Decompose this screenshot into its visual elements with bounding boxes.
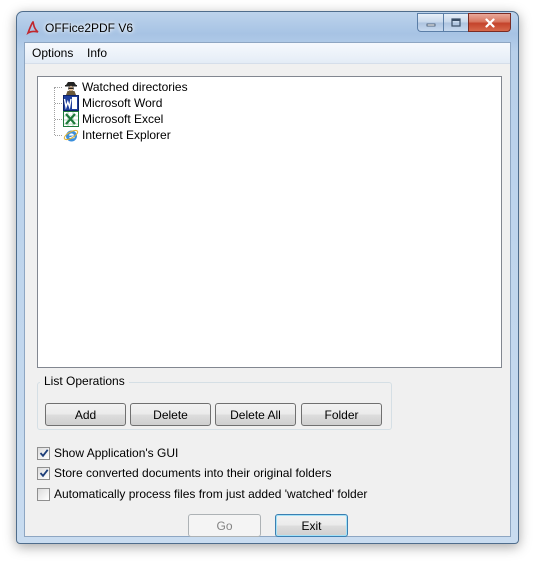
close-button[interactable] bbox=[468, 13, 511, 32]
show-gui-checkbox[interactable] bbox=[37, 446, 50, 460]
option-store-original-folders[interactable]: Store converted documents into their ori… bbox=[37, 465, 331, 481]
menu-bar: Options Info bbox=[25, 43, 510, 64]
option-label: Store converted documents into their ori… bbox=[54, 466, 332, 480]
go-button[interactable]: Go bbox=[188, 514, 261, 537]
maximize-icon bbox=[451, 17, 461, 27]
tree-item-label: Microsoft Word bbox=[82, 96, 163, 110]
ie-icon bbox=[63, 127, 79, 143]
menu-options[interactable]: Options bbox=[32, 46, 73, 60]
checkmark-icon bbox=[39, 449, 48, 458]
app-window: OFFice2PDF V6 Options Info Watched direc… bbox=[16, 11, 519, 544]
delete-button[interactable]: Delete bbox=[130, 403, 211, 426]
minimize-icon bbox=[426, 23, 435, 26]
tree-item-internet-explorer[interactable]: Internet Explorer bbox=[55, 127, 171, 143]
maximize-button[interactable] bbox=[443, 13, 468, 32]
tree-item-label: Internet Explorer bbox=[82, 128, 171, 142]
window-title: OFFice2PDF V6 bbox=[45, 21, 134, 35]
exit-button[interactable]: Exit bbox=[275, 514, 348, 537]
minimize-button[interactable] bbox=[417, 13, 443, 32]
detective-icon bbox=[63, 79, 79, 95]
caption-buttons bbox=[417, 13, 511, 32]
auto-process-checkbox[interactable] bbox=[37, 487, 50, 501]
title-bar[interactable]: OFFice2PDF V6 bbox=[17, 12, 518, 42]
tree-item-label: Microsoft Excel bbox=[82, 112, 164, 126]
option-auto-process[interactable]: Automatically process files from just ad… bbox=[37, 486, 367, 502]
option-show-gui[interactable]: Show Application's GUI bbox=[37, 445, 178, 461]
menu-info[interactable]: Info bbox=[87, 46, 107, 60]
close-icon bbox=[484, 17, 495, 28]
checkmark-icon bbox=[39, 469, 48, 478]
delete-all-button[interactable]: Delete All bbox=[215, 403, 296, 426]
add-button[interactable]: Add bbox=[45, 403, 126, 426]
store-original-folders-checkbox[interactable] bbox=[37, 466, 50, 480]
list-operations-title: List Operations bbox=[40, 374, 129, 388]
tree-item-watched-directories[interactable]: Watched directories bbox=[55, 79, 188, 95]
tree-item-label: Watched directories bbox=[82, 80, 188, 94]
pdf-app-icon bbox=[26, 20, 40, 36]
excel-icon bbox=[63, 111, 79, 127]
tree-item-microsoft-excel[interactable]: Microsoft Excel bbox=[55, 111, 163, 127]
tree-item-microsoft-word[interactable]: Microsoft Word bbox=[55, 95, 162, 111]
word-icon bbox=[63, 95, 79, 111]
tree-view[interactable]: Watched directories Microsoft Word Micro… bbox=[37, 76, 502, 368]
client-area: Options Info Watched directories Microso… bbox=[24, 42, 511, 537]
option-label: Automatically process files from just ad… bbox=[54, 487, 368, 501]
folder-button[interactable]: Folder bbox=[301, 403, 382, 426]
option-label: Show Application's GUI bbox=[54, 446, 179, 460]
